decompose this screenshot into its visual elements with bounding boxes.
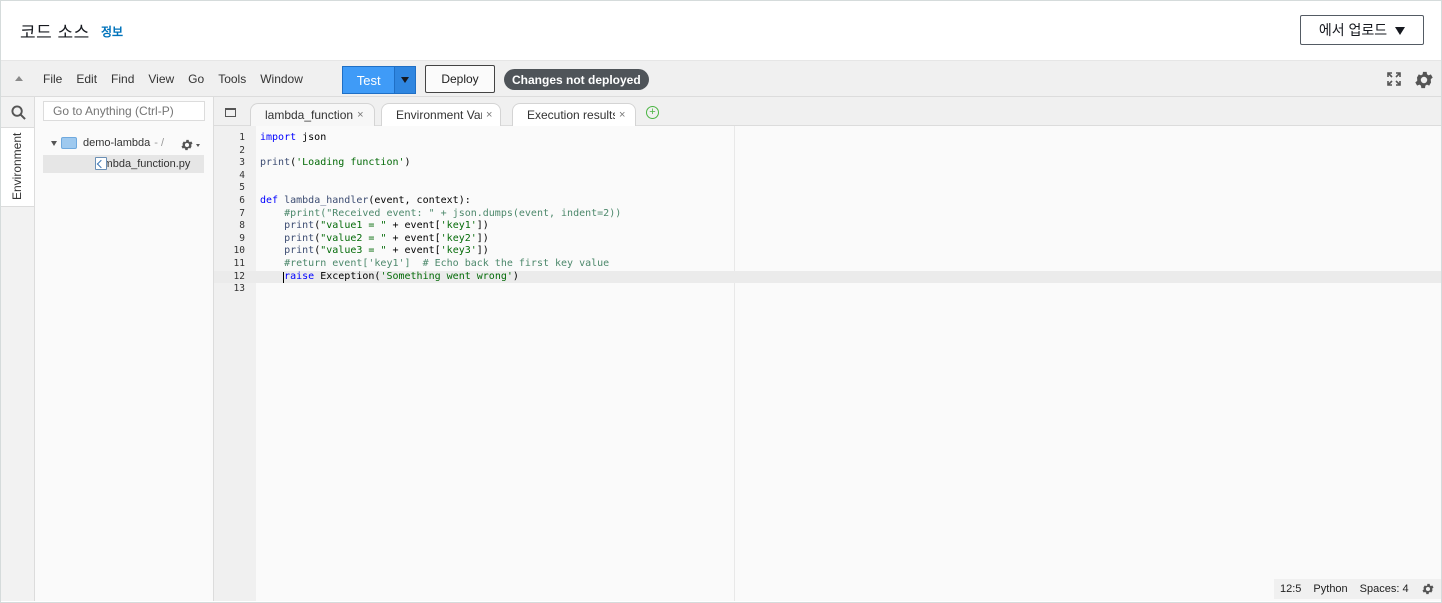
test-button[interactable]: Test [343, 67, 396, 93]
python-file-icon [95, 157, 107, 170]
menu-window[interactable]: Window [260, 72, 303, 86]
close-icon[interactable]: × [357, 109, 363, 121]
go-to-anything-input[interactable] [43, 101, 205, 121]
menu-file[interactable]: File [43, 72, 62, 86]
line-number: 9 [239, 232, 245, 244]
close-icon[interactable]: × [619, 109, 625, 121]
code-line[interactable]: 4 [214, 170, 1441, 183]
menu-tools[interactable]: Tools [218, 72, 246, 86]
tab-label: lambda_function [265, 108, 354, 122]
code-text: import json [260, 132, 327, 143]
collapse-up-icon[interactable] [15, 76, 23, 81]
tab-environment-variables[interactable]: Environment Vari × [381, 103, 501, 126]
caret-down-icon [401, 77, 410, 83]
code-line[interactable]: 13 [214, 283, 1441, 296]
line-number: 1 [239, 132, 245, 143]
ide-toolbar: File Edit Find View Go Tools Window Test… [1, 60, 1441, 97]
upload-from-label: 에서 업로드 [1318, 22, 1388, 38]
tab-label: Environment Vari [396, 108, 482, 122]
text-cursor [283, 271, 284, 283]
search-icon[interactable] [11, 105, 26, 120]
deploy-button[interactable]: Deploy [425, 65, 495, 93]
gear-icon[interactable] [180, 138, 194, 152]
code-line[interactable]: 5 [214, 182, 1441, 195]
code-line[interactable]: 8 print("value1 = " + event['key1']) [214, 220, 1441, 233]
code-text: def lambda_handler(event, context): [260, 195, 471, 206]
environment-tab-label: Environment [10, 132, 24, 200]
caret-down-icon [1395, 27, 1406, 35]
test-dropdown-button[interactable] [395, 67, 415, 93]
gear-icon[interactable] [1413, 69, 1435, 91]
code-line[interactable]: 9 print("value2 = " + event['key2']) [214, 233, 1441, 246]
upload-from-button[interactable]: 에서 업로드 [1300, 15, 1424, 45]
status-badge: Changes not deployed [504, 69, 649, 90]
page-title: 코드 소스 [20, 23, 90, 42]
lambda-code-editor-window: 코드 소스 정보 에서 업로드 File Edit Find View Go T… [0, 0, 1442, 603]
line-number: 12 [233, 270, 245, 282]
caret-down-icon[interactable] [196, 144, 200, 147]
root-folder-suffix: - / [154, 137, 165, 149]
code-text: #return event['key1'] # Echo back the fi… [284, 258, 610, 269]
code-line[interactable]: 10 print("value3 = " + event['key3']) [214, 245, 1441, 258]
tab-list-icon[interactable] [225, 108, 236, 117]
tree-file-item[interactable]: lambda_function.py [43, 155, 204, 173]
line-number: 10 [233, 245, 245, 257]
line-number: 4 [239, 169, 245, 181]
code-editor[interactable]: 1 import json 2 3 print('Loading function') 4… [214, 126, 1441, 601]
code-line[interactable]: 11 #return event['key1'] # Echo back the… [214, 258, 1441, 271]
expand-triangle-icon[interactable] [51, 140, 57, 146]
fullscreen-icon[interactable] [1387, 72, 1401, 86]
code-text: print("value2 = " + event['key2']) [284, 232, 489, 244]
tab-execution-results[interactable]: Execution results × [512, 103, 636, 126]
code-source-header: 코드 소스 정보 에서 업로드 [1, 1, 1441, 60]
test-split-button: Test [342, 66, 416, 94]
gear-icon[interactable] [1421, 582, 1435, 596]
code-line[interactable]: 7 #print("Received event: " + json.dumps… [214, 208, 1441, 221]
root-folder-name: demo-lambda [83, 137, 151, 149]
menu-view[interactable]: View [148, 72, 174, 86]
tree-root-folder[interactable]: demo-lambda - / [51, 137, 164, 149]
tree-file-name: lambda_function.py [95, 158, 191, 170]
editor-status-bar: 12:5 Python Spaces: 4 [1274, 579, 1441, 599]
tab-label: Execution results [527, 108, 615, 122]
code-line[interactable]: 3 print('Loading function') [214, 157, 1441, 170]
line-number: 7 [239, 207, 245, 219]
code-line[interactable]: 2 [214, 145, 1441, 158]
menu-go[interactable]: Go [188, 72, 204, 86]
line-number: 3 [239, 157, 245, 169]
code-text: print("value3 = " + event['key3']) [284, 245, 489, 257]
add-tab-icon[interactable]: + [646, 106, 659, 119]
line-number: 6 [239, 195, 245, 206]
left-rail: Environment [1, 97, 35, 601]
line-number: 2 [239, 144, 245, 156]
code-text: print("value1 = " + event['key1']) [284, 220, 489, 232]
code-line[interactable]: 6 def lambda_handler(event, context): [214, 195, 1441, 208]
language-mode[interactable]: Python [1313, 583, 1347, 595]
folder-icon [61, 137, 77, 149]
code-line[interactable]: 1 import json [214, 132, 1441, 145]
menu-bar: File Edit Find View Go Tools Window [43, 72, 317, 86]
cursor-position[interactable]: 12:5 [1280, 583, 1301, 595]
file-tree-panel: demo-lambda - / lambda_function.py [35, 97, 214, 601]
code-line[interactable]: 12 raise Exception('Something went wrong… [214, 270, 1441, 284]
info-link[interactable]: 정보 [101, 23, 123, 40]
menu-find[interactable]: Find [111, 72, 134, 86]
line-number: 11 [233, 258, 245, 269]
environment-tab[interactable]: Environment [1, 127, 34, 207]
line-number: 5 [239, 182, 245, 194]
code-text: raise Exception('Something went wrong') [284, 270, 519, 282]
code-text: print('Loading function') [260, 157, 411, 169]
line-number: 8 [239, 220, 245, 232]
close-icon[interactable]: × [486, 109, 492, 121]
indent-setting[interactable]: Spaces: 4 [1360, 583, 1409, 595]
menu-edit[interactable]: Edit [76, 72, 97, 86]
code-text: #print("Received event: " + json.dumps(e… [284, 207, 622, 219]
tab-lambda-function[interactable]: lambda_function × [250, 103, 375, 126]
editor-tab-bar: lambda_function × Environment Vari × Exe… [214, 97, 1441, 126]
line-number: 13 [233, 283, 245, 295]
